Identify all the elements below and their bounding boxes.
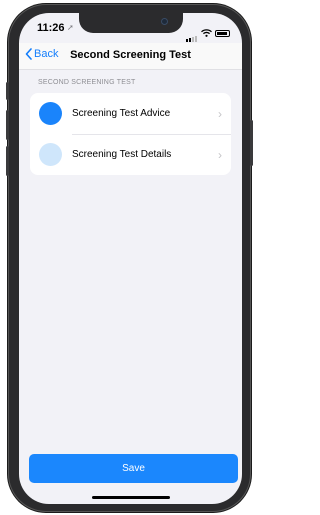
battery-icon xyxy=(215,29,230,37)
page-title: Second Screening Test xyxy=(70,49,191,61)
list-item-screening-test-advice[interactable]: Screening Test Advice › xyxy=(30,93,231,134)
chevron-right-icon: › xyxy=(218,106,222,121)
camera-lens xyxy=(161,18,168,25)
home-indicator xyxy=(92,496,170,499)
location-arrow-icon: ➚ xyxy=(67,23,74,32)
item-list: Screening Test Advice › Screening Test D… xyxy=(30,93,231,175)
navigation-bar: Back Second Screening Test xyxy=(19,43,242,70)
volume-down-button xyxy=(6,146,9,176)
list-item-label: Screening Test Advice xyxy=(72,108,171,119)
notch xyxy=(79,13,183,33)
screen: 11:26 ➚ Back Second Screening Test SECON… xyxy=(19,13,242,504)
cellular-signal-icon xyxy=(186,24,198,42)
chevron-right-icon: › xyxy=(218,147,222,162)
list-item-label: Screening Test Details xyxy=(72,149,172,160)
power-button xyxy=(250,120,253,166)
volume-up-button xyxy=(6,110,9,140)
status-time: 11:26 xyxy=(37,22,65,34)
item-color-dot xyxy=(39,102,62,125)
mute-switch xyxy=(6,82,9,100)
section-header: SECOND SCREENING TEST xyxy=(38,79,136,86)
save-button[interactable]: Save xyxy=(29,454,238,483)
status-icons xyxy=(186,24,230,42)
wifi-icon xyxy=(201,29,212,37)
list-item-screening-test-details[interactable]: Screening Test Details › xyxy=(30,134,231,175)
item-color-dot xyxy=(39,143,62,166)
